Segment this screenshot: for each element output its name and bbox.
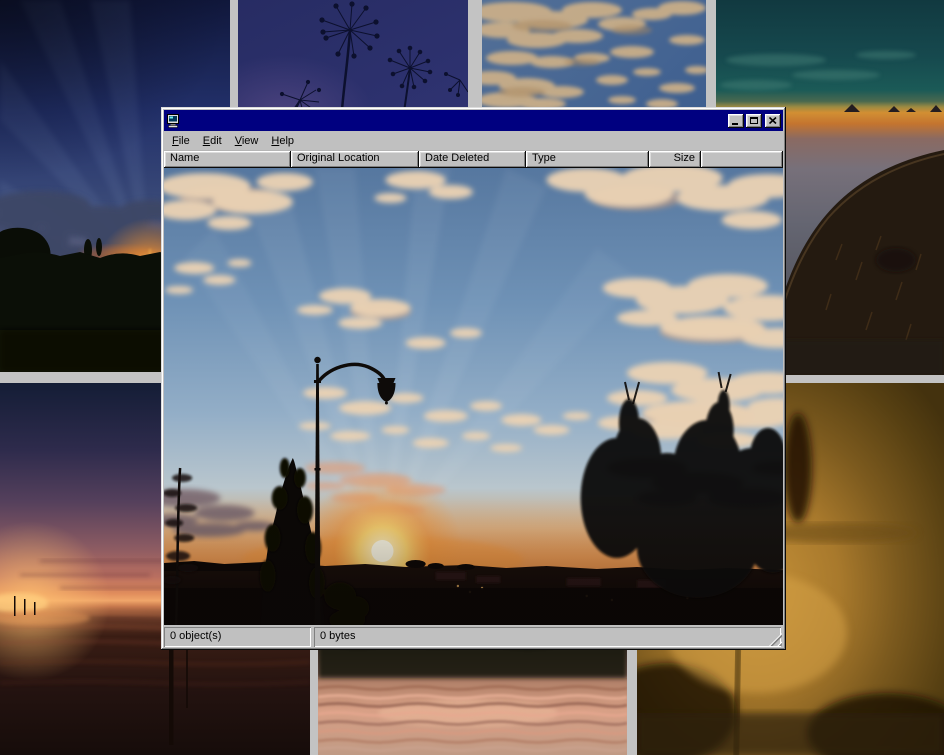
column-header-original-location[interactable]: Original Location (291, 151, 419, 168)
menu-help[interactable]: Help (271, 135, 294, 147)
window-content-photo[interactable] (164, 168, 783, 625)
menu-bar: File Edit View Help (164, 131, 783, 151)
minimize-icon (732, 123, 738, 125)
menu-edit[interactable]: Edit (203, 135, 222, 147)
minimize-button[interactable] (728, 114, 744, 128)
column-header-row: Name Original Location Date Deleted Type… (164, 151, 783, 168)
status-objects: 0 object(s) (164, 627, 311, 647)
column-header-date-deleted[interactable]: Date Deleted (419, 151, 526, 168)
menu-file[interactable]: File (172, 135, 190, 147)
titlebar[interactable] (164, 110, 783, 131)
close-icon (769, 117, 777, 124)
column-header-name[interactable]: Name (164, 151, 291, 168)
close-button[interactable] (765, 114, 781, 128)
column-header-type[interactable]: Type (526, 151, 649, 168)
column-header-empty[interactable] (701, 151, 783, 168)
status-bar: 0 object(s) 0 bytes (164, 627, 783, 647)
status-bytes: 0 bytes (314, 627, 781, 647)
maximize-icon (750, 117, 758, 124)
menu-view[interactable]: View (235, 135, 259, 147)
maximize-button[interactable] (746, 114, 762, 128)
computer-window-icon (166, 114, 182, 128)
recycle-bin-window: File Edit View Help Name Original Locati… (161, 107, 786, 650)
column-header-size[interactable]: Size (649, 151, 701, 168)
